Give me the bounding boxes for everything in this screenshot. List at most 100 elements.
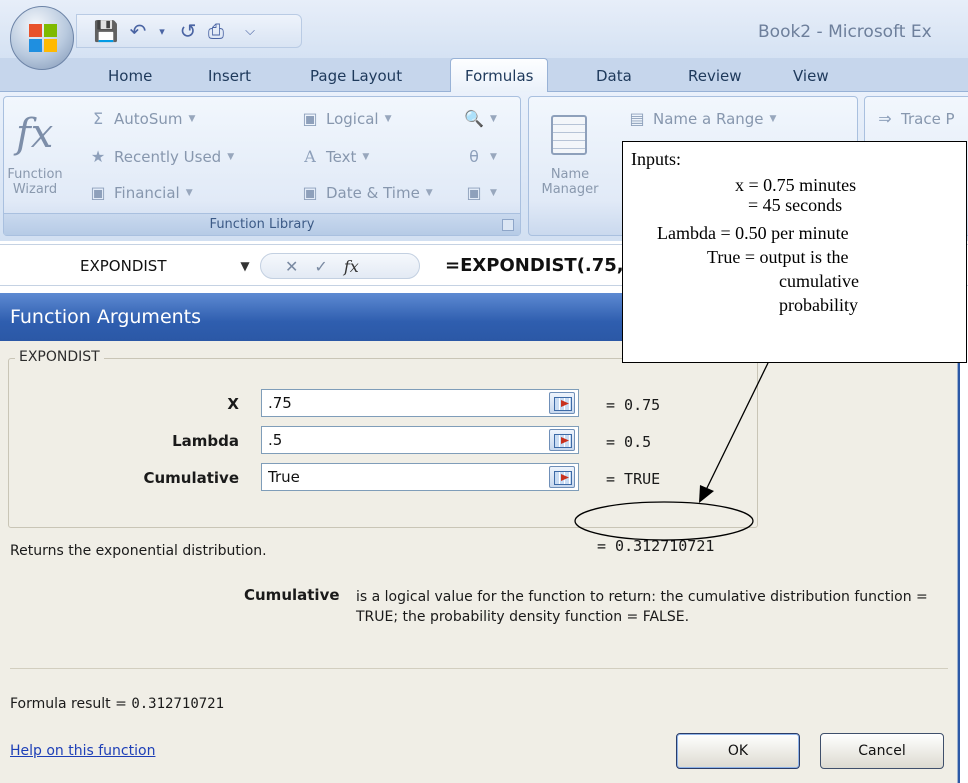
chevron-down-icon: ▼ bbox=[185, 187, 193, 198]
chevron-down-icon: ▼ bbox=[425, 187, 433, 198]
financial-button[interactable]: ▣ Financial ▼ bbox=[88, 183, 193, 202]
name-box[interactable]: EXPONDIST bbox=[80, 257, 166, 275]
dialog-launcher-icon[interactable] bbox=[502, 219, 514, 231]
chevron-down-icon: ▼ bbox=[188, 113, 196, 124]
quick-print-icon[interactable]: ⎙ bbox=[203, 19, 229, 43]
function-name-legend: EXPONDIST bbox=[15, 349, 104, 365]
callout-line-lambda: Lambda = 0.50 per minute bbox=[657, 223, 849, 243]
math-trig-button[interactable]: θ ▼ bbox=[464, 147, 497, 166]
callout-line-true: True = output is the bbox=[707, 247, 849, 267]
cumulative-ref-button-icon[interactable] bbox=[549, 466, 575, 488]
title-bar: 💾 ↶ ▾ ↺ ⎙ ⌵ Book2 - Microsoft Ex bbox=[0, 0, 968, 58]
book-icon: ▣ bbox=[90, 183, 106, 202]
chevron-down-icon: ▼ bbox=[227, 151, 235, 162]
parameter-name: Cumulative bbox=[244, 586, 340, 604]
customize-toolbar-icon[interactable]: ⌵ bbox=[237, 19, 263, 43]
tab-formulas[interactable]: Formulas bbox=[450, 58, 549, 92]
trace-precedents-button[interactable]: ⇒ Trace P bbox=[875, 109, 955, 128]
window-title: Book2 - Microsoft Ex bbox=[758, 22, 932, 42]
date-time-button[interactable]: ▣ Date & Time ▼ bbox=[300, 183, 433, 202]
cancel-button[interactable]: Cancel bbox=[820, 733, 944, 769]
trace-precedents-label: Trace P bbox=[901, 109, 955, 128]
x-input[interactable] bbox=[261, 389, 579, 417]
financial-label: Financial bbox=[114, 183, 180, 202]
redo-icon[interactable]: ↺ bbox=[175, 19, 201, 43]
tab-home[interactable]: Home bbox=[108, 63, 152, 89]
lambda-ref-button-icon[interactable] bbox=[549, 429, 575, 451]
more-functions-button[interactable]: ▣ ▼ bbox=[464, 183, 497, 202]
text-a-icon: A bbox=[304, 147, 316, 166]
function-library-group: fx Function Wizard Σ AutoSum ▼ ★ Recentl… bbox=[3, 96, 521, 236]
tab-data[interactable]: Data bbox=[596, 63, 632, 89]
chevron-down-icon: ▼ bbox=[362, 151, 370, 162]
cancel-x-icon[interactable]: ✕ bbox=[285, 257, 298, 276]
function-wizard-label[interactable]: Function Wizard bbox=[6, 167, 64, 197]
lambda-label: Lambda bbox=[172, 432, 239, 450]
enter-check-icon[interactable]: ✓ bbox=[314, 257, 327, 276]
tab-page-layout[interactable]: Page Layout bbox=[310, 63, 402, 89]
name-box-dropdown-icon[interactable]: ▼ bbox=[234, 255, 256, 277]
formula-bar-controls: ✕ ✓ fx bbox=[260, 253, 420, 279]
sigma-icon: Σ bbox=[92, 109, 104, 128]
tab-insert[interactable]: Insert bbox=[208, 63, 251, 89]
lambda-input[interactable] bbox=[261, 426, 579, 454]
name-manager-icon[interactable] bbox=[551, 115, 587, 155]
logical-button[interactable]: ▣ Logical ▼ bbox=[300, 109, 392, 128]
help-on-function-link[interactable]: Help on this function bbox=[10, 743, 155, 759]
callout-heading: Inputs: bbox=[631, 149, 682, 169]
function-result-value: = 0.312710721 bbox=[597, 537, 715, 555]
recently-used-label: Recently Used bbox=[114, 147, 222, 166]
name-a-range-button[interactable]: ▤ Name a Range ▼ bbox=[627, 109, 776, 128]
formula-input[interactable]: =EXPONDIST(.75,.5 bbox=[445, 255, 643, 276]
callout-line-cumulative: cumulative bbox=[779, 271, 859, 291]
tab-view[interactable]: View bbox=[793, 63, 829, 89]
chevron-down-icon: ▼ bbox=[490, 151, 497, 162]
calendar-icon: ▣ bbox=[302, 183, 318, 202]
save-icon[interactable]: 💾 bbox=[93, 19, 119, 43]
autosum-button[interactable]: Σ AutoSum ▼ bbox=[88, 109, 195, 128]
arguments-fieldset: EXPONDIST X = 0.75 Lambda = 0.5 Cumulati… bbox=[8, 349, 758, 528]
formula-result-label: Formula result = bbox=[10, 696, 127, 712]
tab-review[interactable]: Review bbox=[688, 63, 742, 89]
dialog-title: Function Arguments bbox=[10, 306, 202, 328]
chevron-down-icon: ▼ bbox=[769, 113, 777, 124]
dialog-divider bbox=[10, 668, 948, 669]
x-value: = 0.75 bbox=[606, 396, 661, 414]
dialog-edge bbox=[958, 293, 968, 783]
chevron-down-icon: ▼ bbox=[384, 113, 392, 124]
magnifier-icon: 🔍 bbox=[464, 109, 484, 128]
cumulative-input[interactable] bbox=[261, 463, 579, 491]
undo-dropdown-icon[interactable]: ▾ bbox=[149, 19, 175, 43]
theta-icon: θ bbox=[469, 147, 479, 166]
lambda-value: = 0.5 bbox=[606, 433, 652, 451]
x-ref-button-icon[interactable] bbox=[549, 392, 575, 414]
lookup-button[interactable]: 🔍 ▼ bbox=[464, 109, 497, 128]
ok-button[interactable]: OK bbox=[676, 733, 800, 769]
function-arguments-dialog: EXPONDIST X = 0.75 Lambda = 0.5 Cumulati… bbox=[0, 341, 958, 783]
name-a-range-label: Name a Range bbox=[653, 109, 764, 128]
logical-label: Logical bbox=[326, 109, 379, 128]
undo-icon[interactable]: ↶ bbox=[125, 19, 151, 43]
more-functions-icon: ▣ bbox=[466, 183, 482, 202]
chevron-down-icon: ▼ bbox=[490, 187, 497, 198]
formula-result-value: 0.312710721 bbox=[131, 696, 225, 712]
function-description: Returns the exponential distribution. bbox=[10, 543, 267, 559]
name-manager-label[interactable]: Name Manager bbox=[535, 167, 605, 197]
function-library-label: Function Library bbox=[4, 213, 520, 235]
callout-line-probability: probability bbox=[779, 295, 858, 315]
text-button[interactable]: A Text ▼ bbox=[300, 147, 369, 166]
callout-line-x: x = 0.75 minutes bbox=[735, 175, 857, 195]
recently-used-button[interactable]: ★ Recently Used ▼ bbox=[88, 147, 234, 166]
x-label: X bbox=[227, 395, 239, 413]
ribbon-tabs: Home Insert Page Layout Formulas Data Re… bbox=[0, 58, 968, 92]
cumulative-value: = TRUE bbox=[606, 470, 661, 488]
callout-line-seconds: = 45 seconds bbox=[748, 195, 843, 215]
trace-arrow-icon: ⇒ bbox=[878, 109, 892, 128]
date-time-label: Date & Time bbox=[326, 183, 420, 202]
insert-function-icon[interactable]: fx bbox=[344, 257, 359, 276]
text-label: Text bbox=[326, 147, 357, 166]
office-button[interactable] bbox=[10, 6, 74, 70]
parameter-description: is a logical value for the function to r… bbox=[356, 589, 928, 625]
function-wizard-icon[interactable]: fx bbox=[16, 111, 53, 157]
formula-result: Formula result = 0.312710721 bbox=[10, 696, 224, 712]
